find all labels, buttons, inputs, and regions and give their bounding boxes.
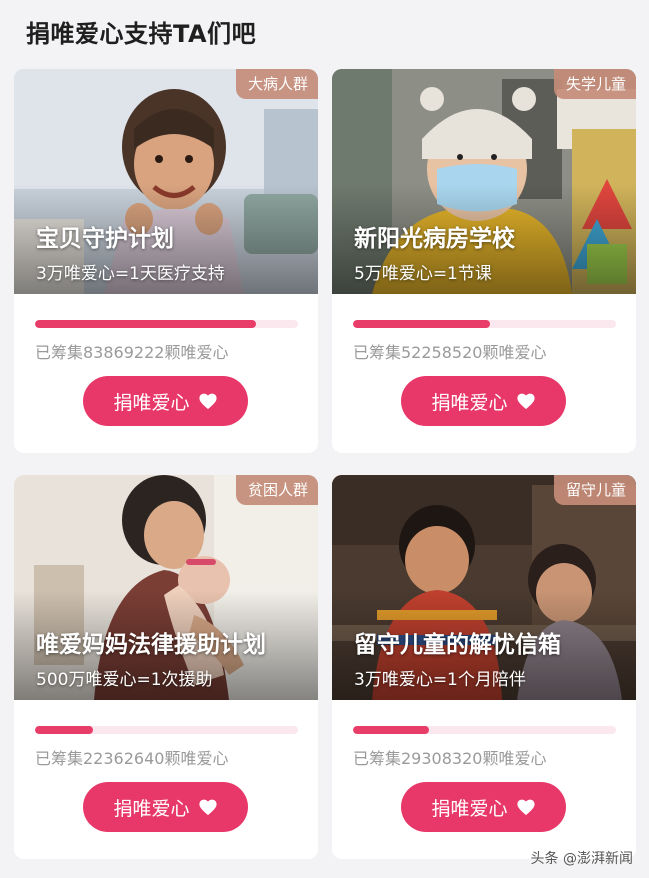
category-tag: 贫困人群 [235,475,318,505]
project-grid: 大病人群 宝贝守护计划 3万唯爱心=1天医疗支持 已筹集83869222颗唯爱心… [14,69,636,859]
watermark: 头条 @澎湃新闻 [530,851,633,867]
progress-fill [353,726,430,734]
progress-bar [35,726,298,734]
donate-button[interactable]: 捐唯爱心 [401,782,566,832]
project-rate: 3万唯爱心=1个月陪伴 [354,670,526,690]
project-card[interactable]: 大病人群 宝贝守护计划 3万唯爱心=1天医疗支持 已筹集83869222颗唯爱心… [14,69,318,453]
category-tag: 大病人群 [235,69,318,99]
project-title: 新阳光病房学校 [354,226,515,252]
project-photo: 贫困人群 唯爱妈妈法律援助计划 500万唯爱心=1次援助 [14,475,318,700]
project-photo: 失学儿童 新阳光病房学校 5万唯爱心=1节课 [332,69,636,294]
raised-amount: 已筹集29308320颗唯爱心 [353,749,547,768]
category-tag: 留守儿童 [553,475,636,505]
heart-icon [198,799,217,816]
project-card[interactable]: 失学儿童 新阳光病房学校 5万唯爱心=1节课 已筹集52258520颗唯爱心 捐… [332,69,636,453]
donate-button[interactable]: 捐唯爱心 [83,376,248,426]
progress-fill [35,726,93,734]
page-title: 捐唯爱心支持TA们吧 [26,20,257,48]
donate-button-label: 捐唯爱心 [431,797,508,820]
progress-fill [353,320,490,328]
donate-button-label: 捐唯爱心 [113,797,190,820]
project-rate: 3万唯爱心=1天医疗支持 [36,264,225,284]
donate-button-label: 捐唯爱心 [113,391,190,414]
heart-icon [516,393,535,410]
raised-amount: 已筹集83869222颗唯爱心 [35,343,229,362]
progress-bar [353,726,616,734]
project-title: 唯爱妈妈法律援助计划 [36,632,266,658]
progress-fill [35,320,256,328]
project-rate: 500万唯爱心=1次援助 [36,670,213,690]
project-rate: 5万唯爱心=1节课 [354,264,492,284]
project-photo: 留守儿童 留守儿童的解忧信箱 3万唯爱心=1个月陪伴 [332,475,636,700]
donate-button-label: 捐唯爱心 [431,391,508,414]
project-title: 留守儿童的解忧信箱 [354,632,561,658]
project-card[interactable]: 留守儿童 留守儿童的解忧信箱 3万唯爱心=1个月陪伴 已筹集29308320颗唯… [332,475,636,859]
progress-bar [353,320,616,328]
progress-bar [35,320,298,328]
raised-amount: 已筹集22362640颗唯爱心 [35,749,229,768]
donate-button[interactable]: 捐唯爱心 [401,376,566,426]
heart-icon [198,393,217,410]
donate-button[interactable]: 捐唯爱心 [83,782,248,832]
project-photo: 大病人群 宝贝守护计划 3万唯爱心=1天医疗支持 [14,69,318,294]
heart-icon [516,799,535,816]
raised-amount: 已筹集52258520颗唯爱心 [353,343,547,362]
project-title: 宝贝守护计划 [36,226,174,252]
project-card[interactable]: 贫困人群 唯爱妈妈法律援助计划 500万唯爱心=1次援助 已筹集22362640… [14,475,318,859]
category-tag: 失学儿童 [553,69,636,99]
